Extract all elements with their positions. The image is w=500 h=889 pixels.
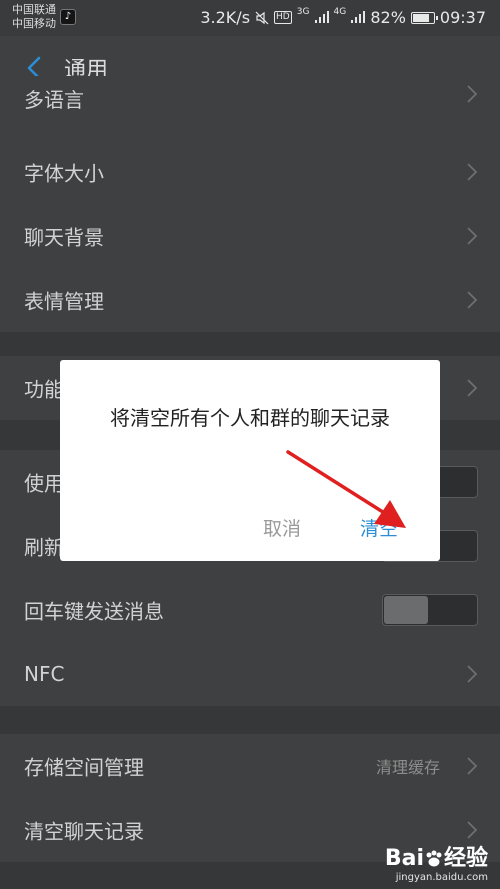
section-gap (0, 332, 500, 356)
row-label: 刷新 (24, 535, 64, 560)
chevron-right-icon (467, 665, 478, 683)
settings-row-font-size[interactable]: 字体大小 (0, 140, 500, 204)
settings-row-enter-to-send[interactable]: 回车键发送消息 (0, 578, 500, 642)
row-label: NFC (24, 662, 65, 686)
row-label: 清空聊天记录 (24, 819, 144, 844)
enter-to-send-toggle[interactable] (382, 594, 478, 626)
row-label: 表情管理 (24, 289, 104, 314)
mute-icon (255, 11, 269, 24)
settings-row-emoji-management[interactable]: 表情管理 (0, 268, 500, 332)
row-label: 字体大小 (24, 161, 104, 186)
toggle-knob (384, 596, 428, 624)
tiktok-notification-icon: ♪ (60, 9, 76, 25)
dialog-message: 将清空所有个人和群的聊天记录 (110, 406, 390, 430)
chevron-right-icon (467, 757, 478, 775)
settings-row-nfc[interactable]: NFC (0, 642, 500, 706)
battery-percent: 82% (370, 8, 406, 27)
net-4g-label: 4G (333, 7, 347, 17)
hd-icon: HD (274, 11, 292, 24)
paw-icon (426, 850, 442, 867)
row-label: 聊天背景 (24, 225, 104, 250)
signal-icon (351, 11, 366, 23)
baidu-watermark: Bai 经验 jingyan.baidu.com (385, 840, 488, 883)
chevron-right-icon (467, 163, 478, 181)
row-label: 多语言 (24, 88, 84, 112)
net-speed: 3.2K/s (200, 8, 251, 27)
chevron-right-icon (467, 821, 478, 839)
settings-row-language[interactable]: 多语言 (0, 76, 500, 140)
clock: 09:37 (439, 8, 486, 27)
carrier-labels: 中国联通 中国移动 (12, 3, 56, 31)
settings-row-storage[interactable]: 存储空间管理 清理缓存 (0, 734, 500, 798)
battery-fill (412, 13, 429, 22)
battery-icon (410, 11, 438, 24)
watermark-url: jingyan.baidu.com (395, 872, 488, 883)
chevron-right-icon (467, 291, 478, 309)
net-3g-label: 3G (296, 7, 310, 17)
carrier-2: 中国移动 (12, 17, 56, 30)
signal-icon (314, 11, 329, 23)
row-label: 使用 (24, 471, 64, 496)
signal-4g: 4G (334, 8, 366, 27)
row-label: 存储空间管理 (24, 755, 144, 780)
section-gap (0, 706, 500, 736)
clear-cache-label: 清理缓存 (375, 758, 440, 777)
status-icons: 3.2K/s HD 3G 4G 82% 09:37 (200, 8, 486, 28)
settings-row-chat-background[interactable]: 聊天背景 (0, 204, 500, 268)
row-label: 回车键发送消息 (24, 599, 164, 624)
watermark-logo-a: Bai (384, 846, 424, 871)
watermark-logo: Bai 经验 (385, 840, 488, 872)
signal-3g: 3G (297, 8, 329, 27)
status-bar: 中国联通 中国移动 ♪ 3.2K/s HD 3G 4G 82% 09:37 (0, 0, 500, 36)
carrier-1: 中国联通 (12, 3, 56, 16)
chevron-right-icon (467, 85, 478, 103)
chevron-right-icon (467, 379, 478, 397)
watermark-logo-b: 经验 (443, 846, 488, 871)
annotation-arrow-icon (286, 450, 406, 528)
chevron-right-icon (467, 227, 478, 245)
row-label: 功能 (24, 377, 64, 402)
